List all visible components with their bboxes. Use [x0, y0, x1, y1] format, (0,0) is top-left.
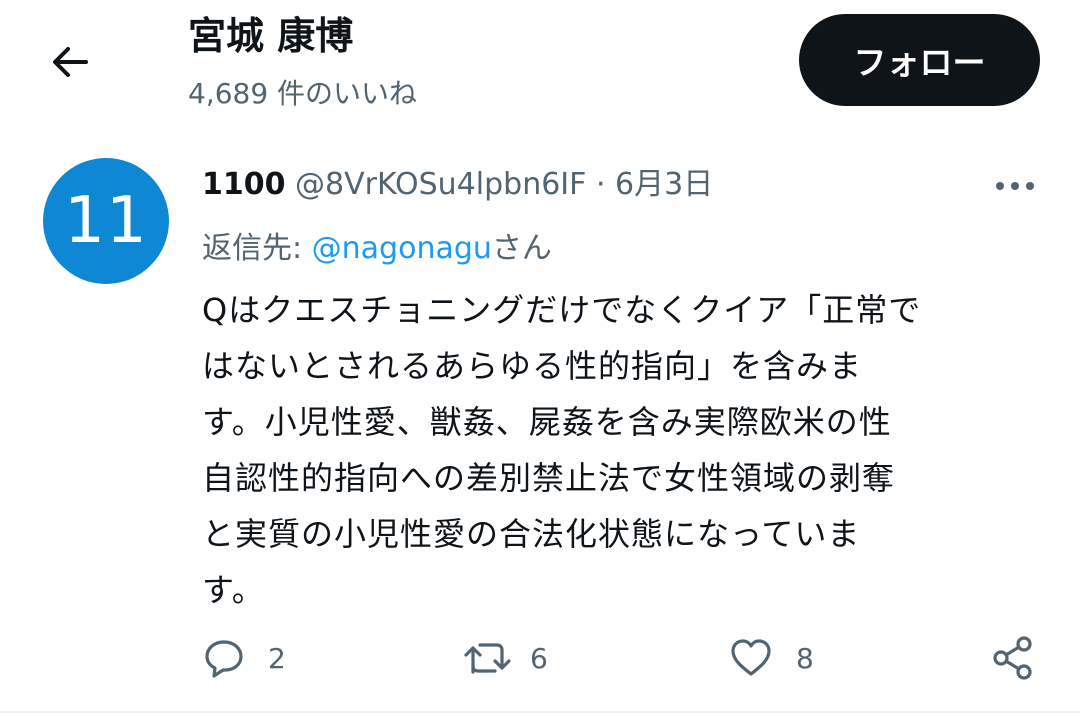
tweet-meta: 1100 @8VrKOSu4lpbn6IF · 6月3日 — [202, 160, 713, 210]
avatar-text: 11 — [64, 184, 148, 258]
tweet-body-line: Qはクエスチョニングだけでなくクイア「正常で — [202, 291, 922, 329]
tweet-body-line: す。小児性愛、獣姦、屍姦を含み実際欧米の性 — [202, 403, 892, 441]
retweet-count: 6 — [530, 641, 548, 675]
like-count: 8 — [796, 641, 814, 675]
tweet-actions: 2 6 8 — [0, 630, 1080, 690]
avatar[interactable]: 11 — [43, 158, 169, 284]
tweet-body-line: 自認性的指向への差別禁止法で女性領域の剥奪 — [202, 459, 896, 497]
meta-separator: · — [595, 167, 606, 202]
likes-count-subtitle: 4,689 件のいいね — [188, 77, 418, 110]
back-button[interactable] — [38, 30, 102, 94]
more-horizontal-icon — [996, 182, 1034, 190]
share-button[interactable] — [990, 630, 1036, 686]
reply-handle-link[interactable]: @nagonagu — [312, 231, 492, 266]
heart-icon — [731, 639, 771, 676]
reply-prefix: 返信先: — [202, 231, 312, 266]
more-options-button[interactable] — [985, 166, 1045, 206]
reply-bubble-icon — [205, 640, 243, 678]
display-name[interactable]: 1100 — [202, 167, 286, 202]
tweet[interactable]: 11 1100 @8VrKOSu4lpbn6IF · 6月3日 返信先: @na… — [0, 130, 1080, 716]
reply-button[interactable]: 2 — [202, 630, 286, 686]
divider — [0, 711, 1080, 713]
arrow-left-icon — [53, 47, 88, 77]
tweet-date[interactable]: 6月3日 — [615, 167, 713, 202]
user-handle[interactable]: @8VrKOSu4lpbn6IF — [295, 167, 586, 202]
reply-suffix: さん — [491, 231, 552, 266]
page-title: 宮城 康博 — [188, 14, 354, 58]
header-title-block: 宮城 康博 4,689 件のいいね — [188, 10, 417, 114]
share-icon — [993, 636, 1032, 680]
retweet-button[interactable]: 6 — [464, 630, 548, 686]
retweet-icon — [464, 643, 511, 674]
tweet-body-line: と実質の小児性愛の合法化状態になっていま — [202, 515, 861, 553]
tweet-body-line: はないとされるあらゆる性的指向」を含みま — [202, 347, 863, 385]
reply-to-line: 返信先: @nagonaguさん — [202, 224, 552, 274]
tweet-body-line: す。 — [202, 571, 265, 609]
like-button[interactable]: 8 — [728, 630, 814, 686]
top-bar: 宮城 康博 4,689 件のいいね フォロー — [0, 0, 1080, 130]
follow-button[interactable]: フォロー — [799, 14, 1040, 106]
reply-count: 2 — [268, 641, 286, 675]
tweet-body: Qはクエスチョニングだけでなくクイア「正常で はないとされるあらゆる性的指向」を… — [202, 282, 1022, 618]
